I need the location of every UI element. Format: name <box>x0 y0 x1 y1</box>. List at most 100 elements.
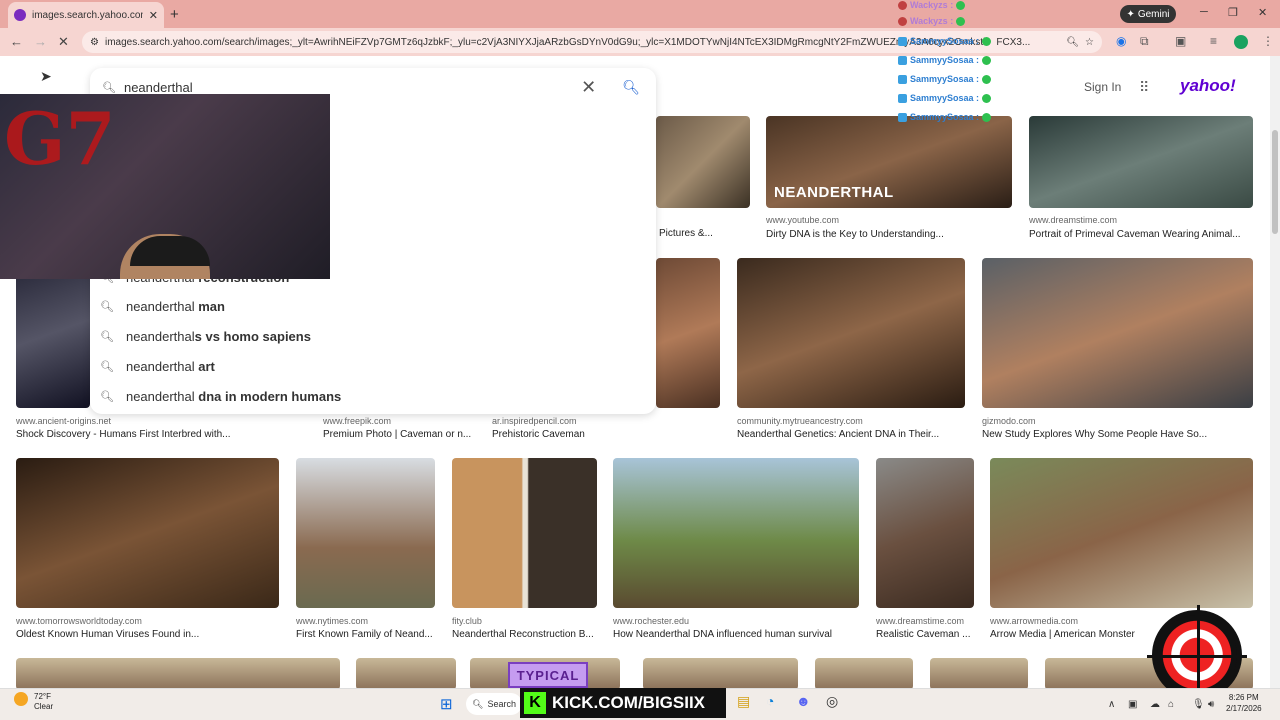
start-icon[interactable]: ⊞ <box>440 695 453 713</box>
stop-icon[interactable]: ✕ <box>58 34 69 50</box>
search-suggestion[interactable]: 🔍︎ neanderthal art <box>100 359 215 374</box>
apps-grid-icon[interactable]: ⠿ <box>1139 79 1149 96</box>
result-image[interactable] <box>643 658 798 690</box>
result-image[interactable] <box>296 458 435 608</box>
result-caption[interactable]: Pictures &... <box>659 228 749 239</box>
search-icon: 🔍︎ <box>100 391 114 403</box>
result-image[interactable] <box>613 458 859 608</box>
browser-tab[interactable]: images.search.yahoo.com/sear ✕ <box>8 2 164 28</box>
result-caption[interactable]: Premium Photo | Caveman or n... <box>323 429 483 440</box>
network-icon[interactable]: ⌂ <box>1168 699 1174 710</box>
split-view-icon[interactable]: ▣ <box>1175 34 1186 48</box>
result-image[interactable]: NEANDERTHAL <box>766 116 1012 208</box>
back-icon[interactable]: ← <box>10 34 23 49</box>
tray-chevron-icon[interactable]: ∧ <box>1108 699 1115 710</box>
result-image[interactable] <box>656 258 720 408</box>
minimize-icon[interactable]: ─ <box>1200 6 1208 18</box>
emote-icon <box>982 55 992 65</box>
zoom-icon[interactable]: 🔍︎ <box>1066 37 1079 48</box>
result-source[interactable]: www.rochester.edu <box>613 616 859 626</box>
site-info-icon[interactable]: ⚙ <box>90 37 99 48</box>
clear-search-icon[interactable]: ✕ <box>581 77 596 98</box>
close-window-icon[interactable]: ✕ <box>1258 6 1267 19</box>
sign-in-link[interactable]: Sign In <box>1084 80 1121 94</box>
result-source[interactable]: fity.club <box>452 616 602 626</box>
extensions-icon[interactable]: ⧉ <box>1140 34 1149 49</box>
result-caption[interactable]: First Known Family of Neand... <box>296 629 436 640</box>
weather-widget[interactable]: 72°F Clear <box>34 692 53 712</box>
new-tab-button[interactable]: + <box>170 6 179 23</box>
profile-avatar[interactable] <box>1234 35 1248 49</box>
gemini-button[interactable]: ✦ Gemini <box>1120 5 1176 23</box>
result-source[interactable]: ar.inspiredpencil.com <box>492 416 652 426</box>
search-submit-icon[interactable]: 🔍︎ <box>622 79 640 96</box>
result-image[interactable] <box>16 658 340 690</box>
result-image[interactable] <box>982 258 1253 408</box>
result-image[interactable] <box>990 458 1253 608</box>
result-source[interactable]: community.mytrueancestry.com <box>737 416 977 426</box>
suggestion-prefix: neanderthal <box>125 329 195 344</box>
close-tab-icon[interactable]: ✕ <box>149 9 158 22</box>
media-icon[interactable]: ≡ <box>1210 34 1217 48</box>
result-caption[interactable]: Neanderthal Genetics: Ancient DNA in The… <box>737 429 977 440</box>
yahoo-logo[interactable]: yahoo! <box>1180 76 1236 96</box>
file-explorer-icon[interactable]: ▤ <box>737 693 750 710</box>
scrollbar-thumb[interactable] <box>1272 130 1278 234</box>
result-source[interactable]: www.ancient-origins.net <box>16 416 286 426</box>
sparkle-icon: ✦ <box>1126 8 1135 20</box>
discord-icon[interactable]: ☻ <box>796 693 811 709</box>
result-source[interactable]: www.nytimes.com <box>296 616 436 626</box>
result-caption[interactable]: Dirty DNA is the Key to Understanding... <box>766 229 1006 240</box>
result-image[interactable] <box>876 458 974 608</box>
weather-icon[interactable] <box>14 692 28 706</box>
result-source[interactable]: www.youtube.com <box>766 215 1006 225</box>
app-icon[interactable]: ◎ <box>826 693 838 710</box>
emote-icon <box>982 74 992 84</box>
result-source[interactable]: www.dreamstime.com <box>1029 215 1253 225</box>
result-source[interactable]: www.freepik.com <box>323 416 483 426</box>
result-image[interactable] <box>452 458 597 608</box>
restore-icon[interactable]: ❐ <box>1228 6 1238 19</box>
result-caption[interactable]: Prehistoric Caveman <box>492 429 652 440</box>
result-caption[interactable]: Realistic Caveman ... <box>876 629 974 640</box>
result-caption[interactable]: Shock Discovery - Humans First Interbred… <box>16 429 286 440</box>
result-image[interactable] <box>16 258 90 408</box>
chat-message: Wackyzs : <box>898 0 966 10</box>
chat-message: SammyySosaa : <box>898 93 992 103</box>
result-image[interactable] <box>1029 116 1253 208</box>
search-suggestion[interactable]: 🔍︎ neanderthal dna in modern humans <box>100 389 341 404</box>
result-source[interactable]: www.dreamstime.com <box>876 616 974 626</box>
result-image[interactable] <box>815 658 913 690</box>
result-source[interactable]: gizmodo.com <box>982 416 1253 426</box>
result-caption[interactable]: How Neanderthal DNA influenced human sur… <box>613 629 859 640</box>
result-image[interactable] <box>356 658 456 690</box>
result-caption[interactable]: Oldest Known Human Viruses Found in... <box>16 629 279 640</box>
edge-icon[interactable]: ◔ <box>766 693 774 709</box>
volume-icon[interactable]: 🔊︎ <box>1208 699 1214 710</box>
search-input[interactable]: neanderthal <box>124 80 581 95</box>
favicon-icon <box>14 9 26 21</box>
forward-icon[interactable]: → <box>34 34 47 49</box>
taskbar-search[interactable]: 🔍︎ Search <box>466 693 522 715</box>
result-image[interactable] <box>930 658 1028 690</box>
search-suggestion[interactable]: 🔍︎ neanderthal man <box>100 299 225 314</box>
result-source[interactable]: www.tomorrowsworldtoday.com <box>16 616 279 626</box>
result-caption[interactable]: Portrait of Primeval Caveman Wearing Ani… <box>1029 229 1253 240</box>
microphone-icon[interactable]: 🎙︎ <box>1192 699 1205 710</box>
search-icon: 🔍︎ <box>100 331 114 343</box>
result-caption[interactable]: New Study Explores Why Some People Have … <box>982 429 1253 440</box>
chat-message: SammyySosaa : <box>898 112 992 122</box>
result-image[interactable] <box>737 258 965 408</box>
taskbar-clock[interactable]: 8:26 PM 2/17/2026 <box>1226 692 1262 714</box>
tray-app-icon[interactable]: ▣ <box>1128 699 1137 710</box>
result-image[interactable] <box>16 458 279 608</box>
result-image[interactable] <box>656 116 750 208</box>
extension-audio-icon[interactable]: ◉ <box>1116 34 1126 48</box>
suggestion-prefix: neanderthal <box>125 389 199 404</box>
result-caption[interactable]: Neanderthal Reconstruction B... <box>452 629 602 640</box>
menu-icon[interactable]: ⋮ <box>1262 34 1274 48</box>
headphones-icon <box>130 236 210 266</box>
search-suggestion[interactable]: 🔍︎ neanderthals vs homo sapiens <box>100 329 311 344</box>
cloud-icon[interactable]: ☁ <box>1150 699 1160 710</box>
bookmark-star-icon[interactable]: ☆ <box>1085 37 1094 48</box>
